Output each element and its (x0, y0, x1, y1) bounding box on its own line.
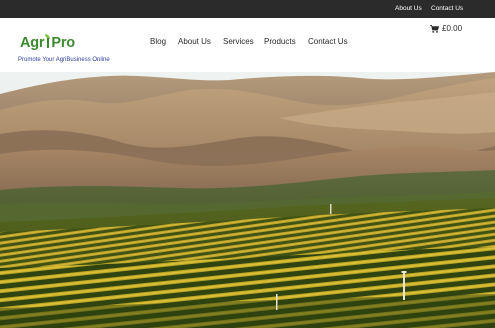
topbar-about-link[interactable]: About Us (395, 5, 422, 12)
nav-item-products[interactable]: Products (264, 37, 296, 46)
brand-name-left: Agr (20, 35, 45, 51)
brand-logo[interactable]: Agr Pro (20, 34, 75, 54)
nav-item-about[interactable]: About Us (178, 37, 211, 46)
nav-item-services[interactable]: Services (223, 37, 254, 46)
nav-item-blog[interactable]: Blog (150, 37, 166, 46)
leaf-icon (45, 34, 51, 48)
cart-total: £0.00 (442, 24, 463, 33)
topbar-contact-link[interactable]: Contact Us (431, 5, 463, 12)
hero-image (0, 72, 495, 328)
cart-icon (430, 24, 439, 33)
cart-button[interactable]: £0.00 (430, 24, 462, 33)
site-header: Agr Pro Promote Your AgriBusiness Online … (0, 18, 495, 72)
nav-item-contact[interactable]: Contact Us (308, 37, 348, 46)
brand-tagline: Promote Your AgriBusiness Online (18, 57, 110, 63)
top-utility-bar: About Us Contact Us (0, 0, 495, 18)
brand-name-right: Pro (51, 35, 75, 51)
